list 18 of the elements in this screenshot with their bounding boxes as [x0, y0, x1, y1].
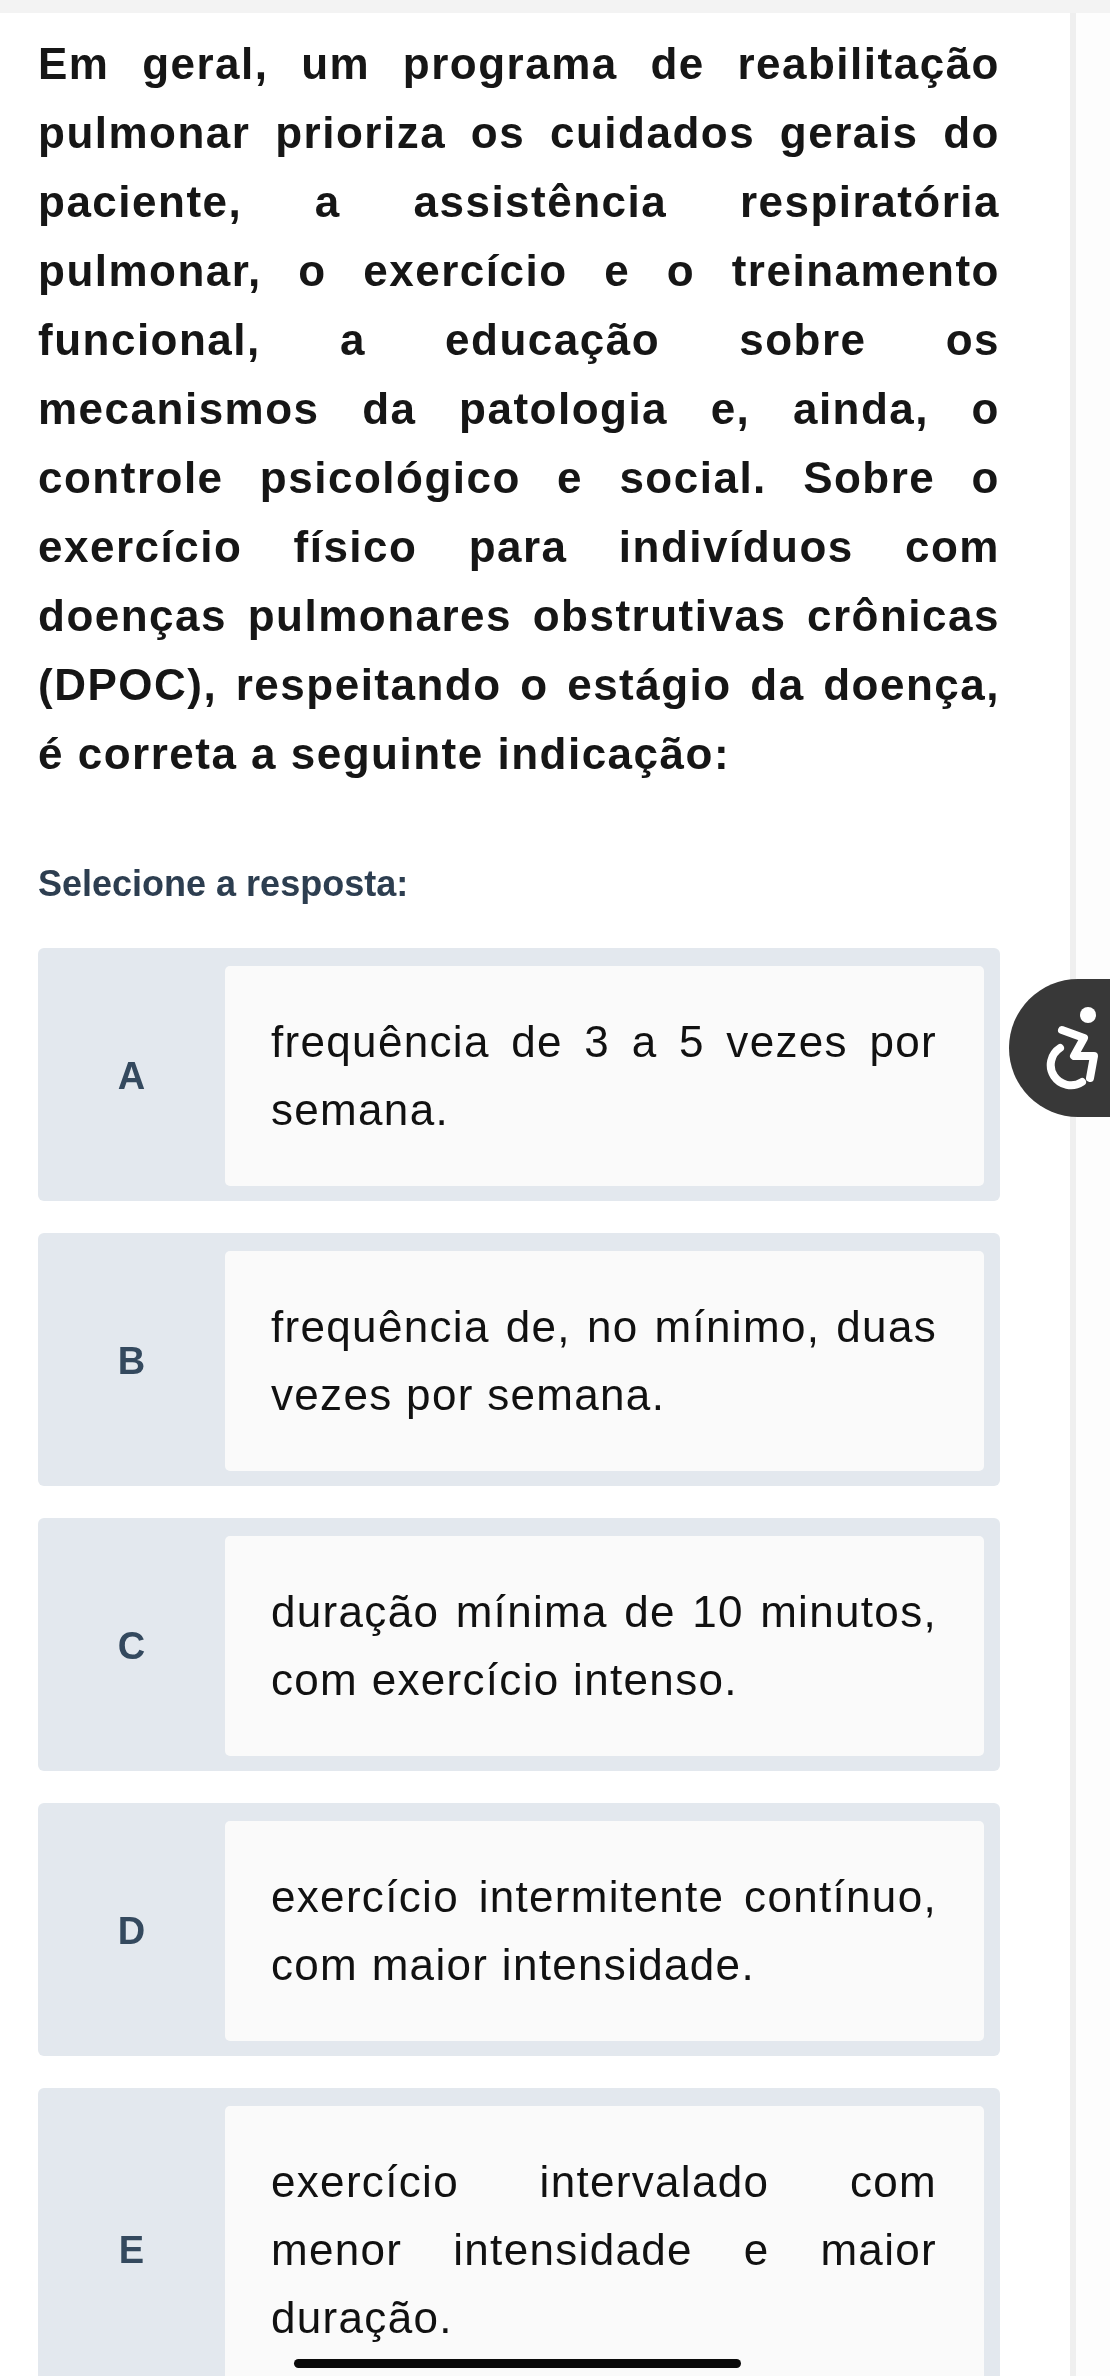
- option-letter: A: [117, 1054, 146, 1099]
- answer-option[interactable]: A frequência de 3 a 5 vezes por semana.: [38, 948, 1000, 1201]
- option-letter: C: [117, 1624, 146, 1669]
- option-text: exercício intervalado com menor intensidade e maior duração.: [225, 2106, 984, 2376]
- option-text: frequência de, no mínimo, duas vezes por semana.: [225, 1251, 984, 1471]
- option-letter: B: [117, 1339, 146, 1384]
- option-text: exercício intermitente contínuo, com maior intensidade.: [225, 1821, 984, 2041]
- answer-option[interactable]: B frequência de, no mínimo, duas vezes por semana.: [38, 1233, 1000, 1486]
- answer-option[interactable]: C duração mínima de 10 minutos, com exercício intenso.: [38, 1518, 1000, 1771]
- option-letter: E: [118, 2228, 145, 2273]
- option-letter: D: [117, 1909, 146, 1954]
- answer-option[interactable]: D exercício intermitente contínuo, com maior intensidade.: [38, 1803, 1000, 2056]
- option-text: frequência de 3 a 5 vezes por semana.: [225, 966, 984, 1186]
- accessibility-button[interactable]: [1009, 979, 1110, 1117]
- answer-option[interactable]: E exercício intervalado com menor intensidade e maior duração.: [38, 2088, 1000, 2376]
- prompt-label: Selecione a resposta:: [38, 862, 410, 906]
- option-text: duração mínima de 10 minutos, com exercício intenso.: [225, 1536, 984, 1756]
- question-text: Em geral, um programa de reabilitação pulmonar prioriza os cuidados gerais do paciente, a assistência respiratória pulmonar, o exercício e o treinamento funcional, a educação sobre os mecanismos da patologia e, ainda, o controle psicológico e social. Sobre o exercício físico para indivíduos com doenças pulmonares obstrutivas crônicas (DPOC), respeitando o estágio da doença, é correta a seguinte indicação:: [38, 38, 1000, 780]
